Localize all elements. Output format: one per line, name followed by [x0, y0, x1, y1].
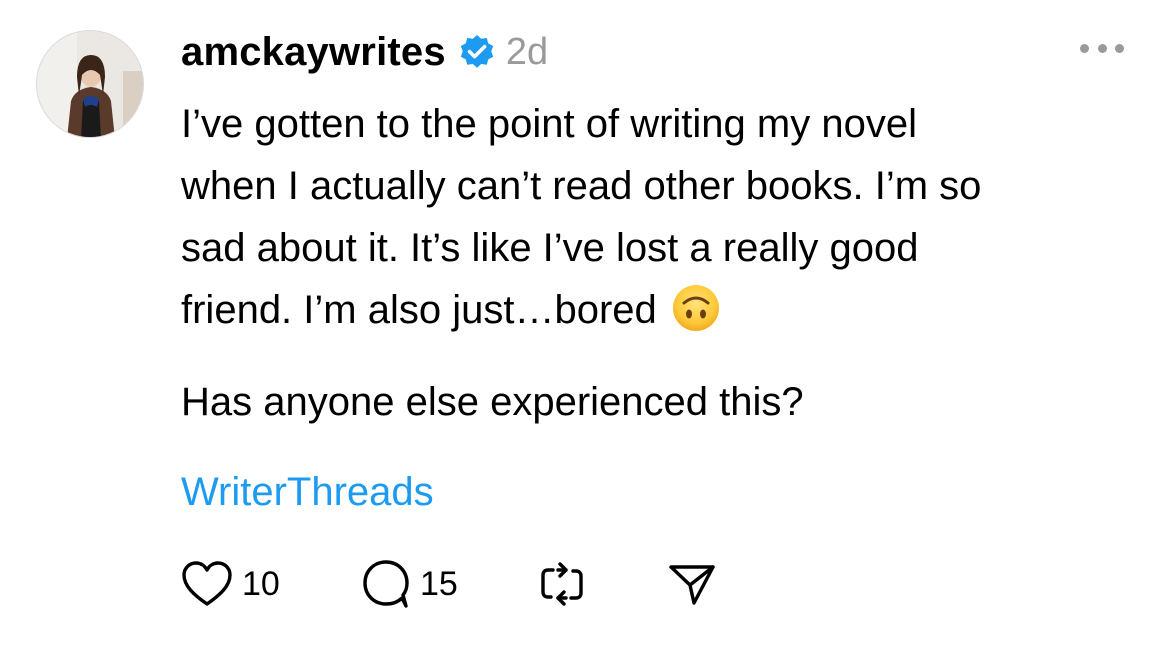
author-username[interactable]: amckaywrites — [181, 30, 446, 75]
post-text-line: friend. I’m also just…bored — [181, 288, 657, 332]
reply-count: 15 — [420, 564, 458, 603]
like-button[interactable]: 10 — [180, 559, 360, 609]
repost-icon — [536, 558, 588, 610]
topic-tag-link[interactable]: WriterThreads — [181, 464, 434, 520]
post-header: amckaywrites 2d — [181, 26, 548, 78]
verified-badge-icon — [458, 33, 496, 71]
post-question: Has anyone else experienced this? — [181, 380, 804, 424]
more-dot — [1115, 43, 1124, 53]
post-text-line: sad about it. It’s like I’ve lost a real… — [181, 226, 919, 270]
author-avatar[interactable] — [36, 30, 144, 138]
post-text-line-last: friend. I’m also just…bored — [181, 279, 1141, 341]
more-options-icon[interactable] — [1080, 38, 1124, 58]
repost-button[interactable] — [536, 558, 666, 610]
reply-button[interactable]: 15 — [360, 558, 536, 610]
more-dot — [1097, 43, 1107, 53]
post-actions-bar: 10 15 — [180, 556, 718, 612]
avatar-photo — [37, 31, 143, 137]
send-icon — [666, 558, 718, 610]
more-dot — [1080, 43, 1089, 53]
share-button[interactable] — [666, 558, 718, 610]
speech-bubble-icon — [360, 558, 412, 610]
heart-icon — [180, 559, 234, 609]
post-text: I’ve gotten to the point of writing my n… — [181, 93, 1141, 341]
post-text-line: when I actually can’t read other books. … — [181, 164, 982, 208]
post-timestamp: 2d — [505, 30, 549, 73]
like-count: 10 — [242, 564, 280, 603]
post-text-line: I’ve gotten to the point of writing my n… — [181, 102, 917, 146]
upside-down-face-emoji — [671, 283, 721, 333]
